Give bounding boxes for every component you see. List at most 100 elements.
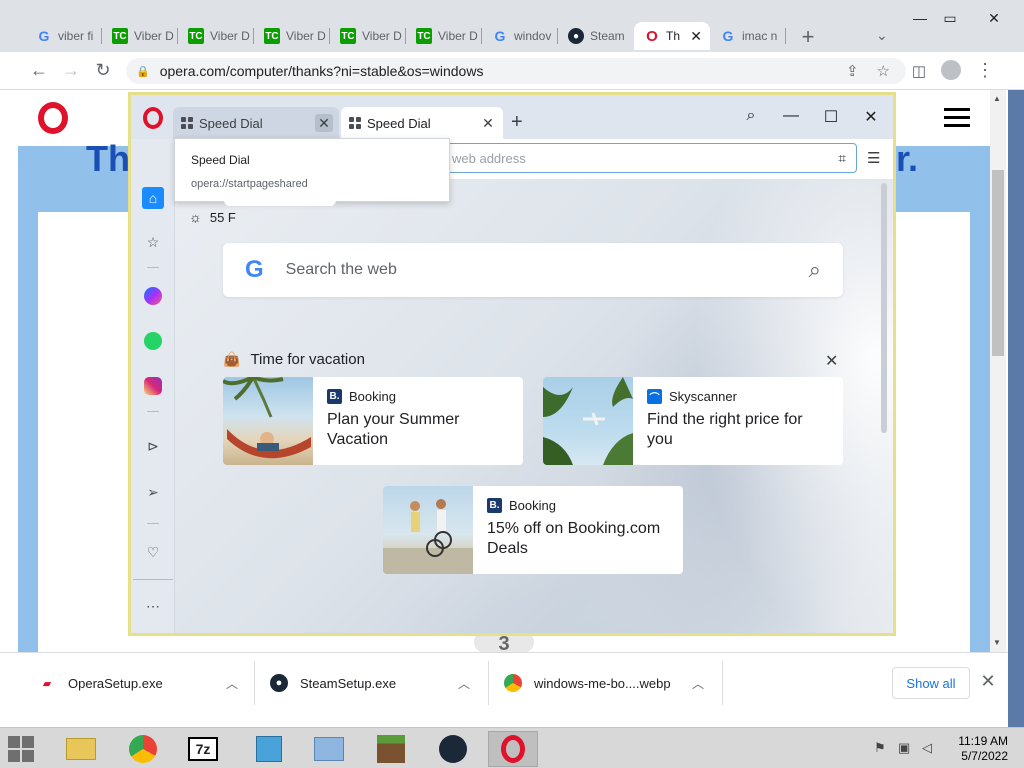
close-tab-icon[interactable]: ✕ <box>690 28 702 45</box>
instagram-icon[interactable] <box>142 375 164 397</box>
close-tab-icon[interactable]: ✕ <box>315 114 333 132</box>
start-button[interactable] <box>8 736 38 762</box>
chrome-tab-7[interactable]: G windov <box>482 22 558 50</box>
chrome-tab-4[interactable]: TC Viber D <box>254 22 330 50</box>
vacation-card-booking[interactable]: B. Booking Plan your Summer Vacation <box>223 377 523 465</box>
hamburger-menu-icon[interactable] <box>944 108 970 132</box>
whatsapp-icon[interactable] <box>142 330 164 352</box>
speed-dial-grid-icon <box>181 117 193 129</box>
control-panel-icon[interactable] <box>304 731 354 767</box>
opera-minimize-button[interactable]: — <box>781 107 801 125</box>
download-item-steam[interactable]: ● SteamSetup.exe ︿ <box>270 663 470 703</box>
steam-taskbar-icon[interactable] <box>428 731 478 767</box>
chrome-tab-3[interactable]: TC Viber D <box>178 22 254 50</box>
bookmark-star-icon[interactable]: ☆ <box>877 62 890 80</box>
chevron-up-icon[interactable]: ︿ <box>226 675 238 692</box>
tooltip-title: Speed Dial <box>191 153 250 167</box>
address-placeholder: web address <box>452 150 526 166</box>
opera-close-button[interactable]: ✕ <box>861 107 881 127</box>
easy-setup-icon[interactable]: ☰ <box>867 149 880 167</box>
maximize-button[interactable]: ▭ <box>940 10 960 27</box>
sun-icon: ☼ <box>189 209 202 225</box>
home-icon[interactable]: ⌂ <box>142 187 164 209</box>
chrome-tab-8[interactable]: ● Steam <box>558 22 634 50</box>
page-scrollbar[interactable]: ▲ ▼ <box>990 90 1006 652</box>
weather-temperature: 55 F <box>209 209 236 225</box>
card-title-line2: Deals <box>487 540 528 557</box>
tab-search-chevron-icon[interactable]: ⌄ <box>876 27 888 44</box>
chrome-tab-5[interactable]: TC Viber D <box>330 22 406 50</box>
section-title: Time for vacation <box>250 351 365 368</box>
scroll-down-arrow-icon[interactable]: ▼ <box>993 638 1001 647</box>
card-title-line1: Plan your Summer <box>327 411 460 428</box>
volume-muted-icon[interactable]: ◁ <box>922 740 932 756</box>
opera-maximize-button[interactable]: ☐ <box>821 107 841 127</box>
weather-widget[interactable]: ☼ 55 F <box>189 209 236 225</box>
minecraft-icon[interactable] <box>366 731 416 767</box>
close-window-button[interactable]: ✕ <box>984 10 1004 27</box>
cyclists-beach-image <box>383 486 473 574</box>
opera-new-tab-button[interactable]: + <box>511 111 523 134</box>
booking-logo-icon: B. <box>327 389 342 404</box>
opera-tab-speed-dial-1[interactable]: Speed Dial ✕ <box>173 107 339 139</box>
web-search-box[interactable]: G Search the web ⌕ <box>223 243 843 297</box>
bookmarks-icon[interactable]: ☆ <box>142 231 164 253</box>
opera-address-input[interactable]: web address ⌗ <box>445 143 857 173</box>
chrome-tab-6[interactable]: TC Viber D <box>406 22 482 50</box>
profile-avatar[interactable] <box>940 60 962 85</box>
more-options-icon[interactable]: ⋯ <box>142 595 164 617</box>
download-filename: SteamSetup.exe <box>300 675 397 691</box>
file-explorer-icon[interactable] <box>56 731 106 767</box>
action-center-flag-icon[interactable]: ⚑ <box>874 740 886 756</box>
chrome-taskbar-icon[interactable] <box>118 731 168 767</box>
chrome-tab-10[interactable]: G imac n <box>710 22 786 50</box>
address-bar[interactable]: 🔒 opera.com/computer/thanks?ni=stable&os… <box>126 58 906 84</box>
chrome-tab-9-active[interactable]: O Th ✕ <box>634 22 710 50</box>
search-icon[interactable]: ⌕ <box>809 257 821 283</box>
scroll-up-arrow-icon[interactable]: ▲ <box>993 94 1001 103</box>
heart-icon[interactable]: ♡ <box>142 541 164 563</box>
scrollbar-thumb[interactable] <box>992 170 1004 356</box>
forward-button[interactable]: → <box>60 60 82 81</box>
network-icon[interactable]: ▣ <box>898 740 910 756</box>
7zip-icon[interactable]: 7z <box>178 731 228 767</box>
page-heading-start: Th <box>86 138 130 179</box>
reload-button[interactable]: ↻ <box>92 60 114 81</box>
google-icon: G <box>245 256 264 283</box>
chrome-menu-icon[interactable]: ⋮ <box>974 60 996 81</box>
show-all-downloads-button[interactable]: Show all <box>892 667 970 699</box>
opera-menu-logo-icon[interactable] <box>143 107 163 129</box>
chrome-toolbar: ← → ↻ 🔒 opera.com/computer/thanks?ni=sta… <box>0 52 1024 90</box>
system-clock[interactable]: 11:19 AM 5/7/2022 <box>948 734 1008 764</box>
installer-taskbar-icon[interactable] <box>244 731 294 767</box>
minimize-button[interactable]: — <box>910 10 930 26</box>
side-panel-icon[interactable]: ◫ <box>908 62 930 80</box>
messenger-icon[interactable] <box>142 285 164 307</box>
vacation-card-skyscanner[interactable]: ⌒ Skyscanner Find the right price for you <box>543 377 843 465</box>
download-item-webp[interactable]: windows-me-bo....webp ︿ <box>504 663 704 703</box>
chrome-tab-label: Steam <box>590 29 625 43</box>
close-downloads-bar-icon[interactable]: ✕ <box>980 671 996 692</box>
share-icon[interactable]: ⇪ <box>846 62 859 80</box>
vacation-card-booking-deals[interactable]: B. Booking 15% off on Booking.com Deals <box>383 486 683 574</box>
chevron-up-icon[interactable]: ︿ <box>692 675 704 692</box>
download-filename: OperaSetup.exe <box>68 675 163 691</box>
opera-page-scrollbar[interactable] <box>879 179 889 633</box>
chrome-tab-1[interactable]: G viber fi <box>26 22 102 50</box>
download-item-opera[interactable]: ▰ OperaSetup.exe ︿ <box>38 663 238 703</box>
scrollbar-thumb[interactable] <box>881 183 887 433</box>
opera-tab-speed-dial-2[interactable]: Speed Dial ✕ <box>341 107 503 139</box>
back-button[interactable]: ← <box>28 60 50 81</box>
close-tab-icon[interactable]: ✕ <box>479 114 497 132</box>
opera-search-tabs-icon[interactable]: ⌕ <box>741 107 761 125</box>
tooltip-url: opera://startpageshared <box>191 178 308 190</box>
camera-icon[interactable]: ⌗ <box>838 150 846 167</box>
url-text: opera.com/computer/thanks?ni=stable&os=w… <box>159 63 484 79</box>
player-icon[interactable]: ⊳ <box>142 435 164 457</box>
opera-taskbar-icon[interactable] <box>488 731 538 767</box>
close-section-icon[interactable]: ✕ <box>825 351 838 371</box>
send-icon[interactable]: ➢ <box>142 481 164 503</box>
new-tab-button[interactable]: + <box>798 24 818 50</box>
chrome-tab-2[interactable]: TC Viber D <box>102 22 178 50</box>
chevron-up-icon[interactable]: ︿ <box>458 675 470 692</box>
